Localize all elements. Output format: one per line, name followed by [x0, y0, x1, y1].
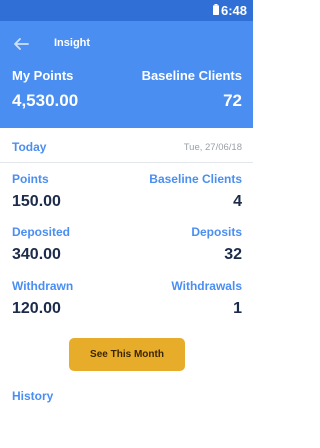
- history-label[interactable]: History: [12, 389, 53, 403]
- deposited-value: 340.00: [12, 246, 61, 263]
- my-points-value: 4,530.00: [12, 91, 79, 110]
- today-row: Today Tue, 27/06/18: [12, 139, 242, 159]
- see-this-month-button[interactable]: See This Month: [69, 338, 185, 371]
- divider: [0, 162, 253, 163]
- today-date: Tue, 27/06/18: [183, 142, 242, 153]
- deposits-label: Deposits: [191, 225, 242, 239]
- withdrawn-label: Withdrawn: [12, 279, 74, 293]
- baseline-clients-value: 4: [233, 193, 242, 210]
- status-bar: 6:48: [0, 0, 253, 21]
- baseline-clients-header-value: 72: [223, 91, 242, 110]
- deposits-value: 32: [224, 246, 242, 263]
- withdrawals-label: Withdrawals: [171, 279, 242, 293]
- withdrawn-value: 120.00: [12, 300, 61, 317]
- screen-title: Insight: [54, 37, 91, 49]
- baseline-clients-header-label: Baseline Clients: [141, 68, 242, 83]
- battery-icon: [213, 4, 219, 15]
- withdrawals-value: 1: [233, 300, 242, 317]
- points-label: Points: [12, 172, 49, 186]
- my-points-label: My Points: [12, 68, 74, 83]
- baseline-clients-label: Baseline Clients: [149, 172, 242, 186]
- today-label: Today: [12, 140, 47, 154]
- deposited-label: Deposited: [12, 225, 71, 239]
- arrow-left-icon[interactable]: [12, 35, 30, 53]
- status-time: 6:48: [220, 3, 247, 18]
- app-bar: Insight My Points Baseline Clients 4,530…: [0, 21, 253, 128]
- points-value: 150.00: [12, 193, 61, 210]
